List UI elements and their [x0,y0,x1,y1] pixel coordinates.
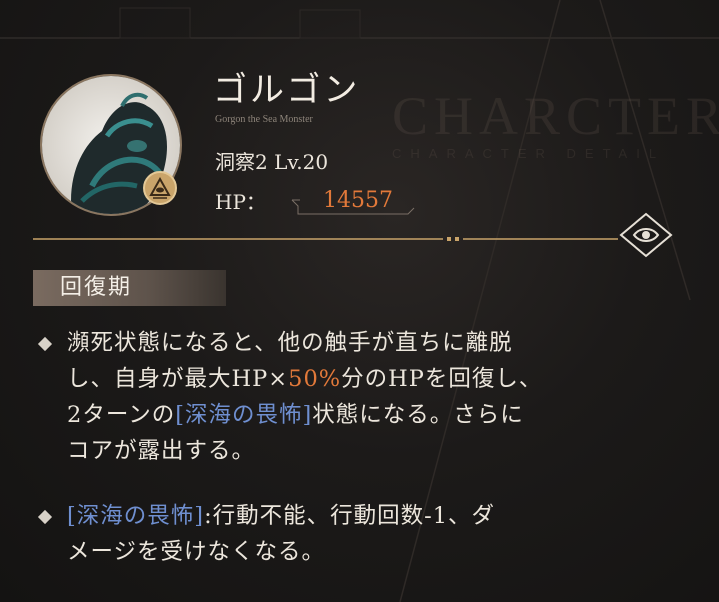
pyramid-eye-icon [143,171,177,205]
watermark-subtitle: CHARACTER DETAIL [392,146,666,161]
hp-value: 14557 [323,188,393,213]
skill-entry-1: 瀕死状態になると、他の触手が直ちに離脱 し、自身が最大HP×50%分のHPを回復… [67,325,667,469]
bullet-icon [37,509,53,525]
status-keyword[interactable]: [深海の畏怖] [67,503,204,529]
entry1-line2: し、自身が最大HP×50%分のHPを回復し、 [67,366,543,392]
section-title: 回復期 [60,275,133,300]
header-divider [33,237,618,241]
entry1-line1: 瀕死状態になると、他の触手が直ちに離脱 [67,330,513,356]
entry1-line3: 2ターンの[深海の畏怖]状態になる。さらに [67,402,524,428]
percent-value: 50% [288,366,342,392]
hp-label: HP： [215,190,266,214]
enemy-subname: Gorgon the Sea Monster [215,114,313,125]
skill-entry-2: [深海の畏怖]:行動不能、行動回数-1、ダ メージを受けなくなる。 [67,498,667,570]
eye-icon[interactable] [618,211,674,259]
entry2-line1: [深海の畏怖]:行動不能、行動回数-1、ダ [67,503,496,529]
enemy-name: ゴルゴン [213,70,361,110]
status-keyword[interactable]: [深海の畏怖] [175,402,312,428]
entry2-line2: メージを受けなくなる。 [67,539,326,565]
watermark-title: CHARCTER [392,86,719,146]
entry1-line4: コアが露出する。 [67,438,256,464]
bullet-icon [37,336,53,352]
enemy-level: 洞察2 Lv.20 [215,150,329,174]
